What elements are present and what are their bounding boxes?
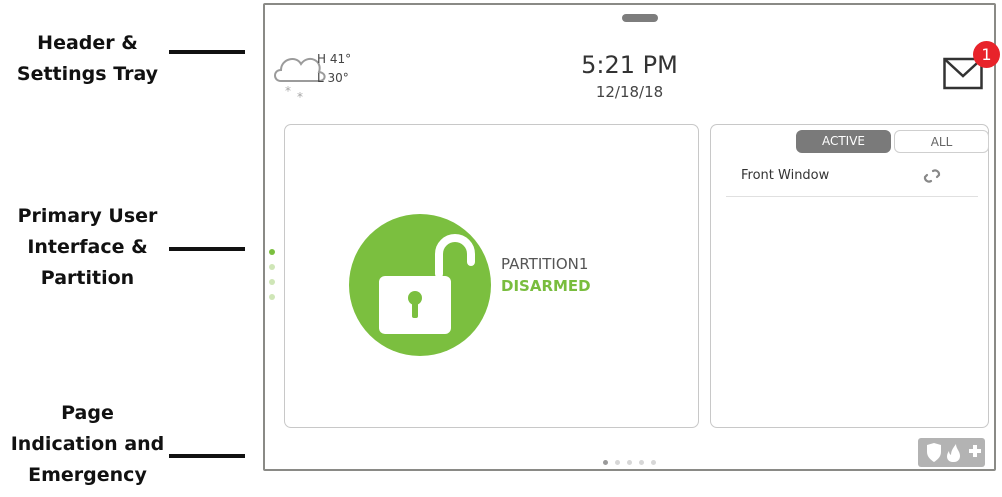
unlocked-padlock-icon[interactable] [349,214,491,356]
annotation-line-2: Settings Tray [16,63,159,85]
annotation-line-1: Primary User [17,205,158,227]
page-dot[interactable] [651,460,656,465]
tab-all[interactable]: ALL [894,130,989,153]
settings-tray-handle[interactable] [622,14,658,22]
annotation-line-3: Emergency [28,464,147,486]
partition-status: DISARMED [501,277,591,295]
clock-date: 12/18/18 [595,83,664,101]
annotation-line-2: Interface & [27,236,148,258]
annotation-page: Page Indication and Emergency [0,398,175,491]
page-dot[interactable] [615,460,620,465]
annotation-line-2: Indication and [10,433,165,455]
broken-link-icon [923,169,941,183]
partition-dot[interactable] [269,249,275,255]
annotation-pointer-primary [169,247,245,251]
partition-panel [284,124,699,428]
page-dot[interactable] [639,460,644,465]
page-dot[interactable] [603,460,608,465]
shield-icon [927,443,941,462]
notification-badge[interactable]: 1 [973,41,1000,68]
medical-cross-icon [969,445,981,457]
sensor-row[interactable]: Front Window [726,166,978,197]
partition-dot[interactable] [269,279,275,285]
emergency-button[interactable] [918,438,985,467]
fire-icon [947,444,960,462]
partition-name: PARTITION1 [501,255,589,273]
sensor-name: Front Window [741,168,830,183]
annotation-line-1: Page [61,402,114,424]
page-dot[interactable] [627,460,632,465]
panel-screen: * * H 41° L 30° 5:21 PM 12/18/18 1 PARTI… [263,3,1000,471]
partition-dot[interactable] [269,264,275,270]
clock-time: 5:21 PM [581,51,678,79]
annotation-header: Header & Settings Tray [0,28,175,90]
tab-active[interactable]: ACTIVE [796,130,891,153]
annotation-pointer-page [169,454,245,458]
annotation-line-1: Header & [37,32,138,54]
partition-dot[interactable] [269,294,275,300]
annotation-pointer-header [169,50,245,54]
page-indicator [603,450,663,469]
annotation-primary: Primary User Interface & Partition [0,201,175,294]
partition-page-indicator [269,249,275,309]
annotation-line-3: Partition [40,267,135,289]
